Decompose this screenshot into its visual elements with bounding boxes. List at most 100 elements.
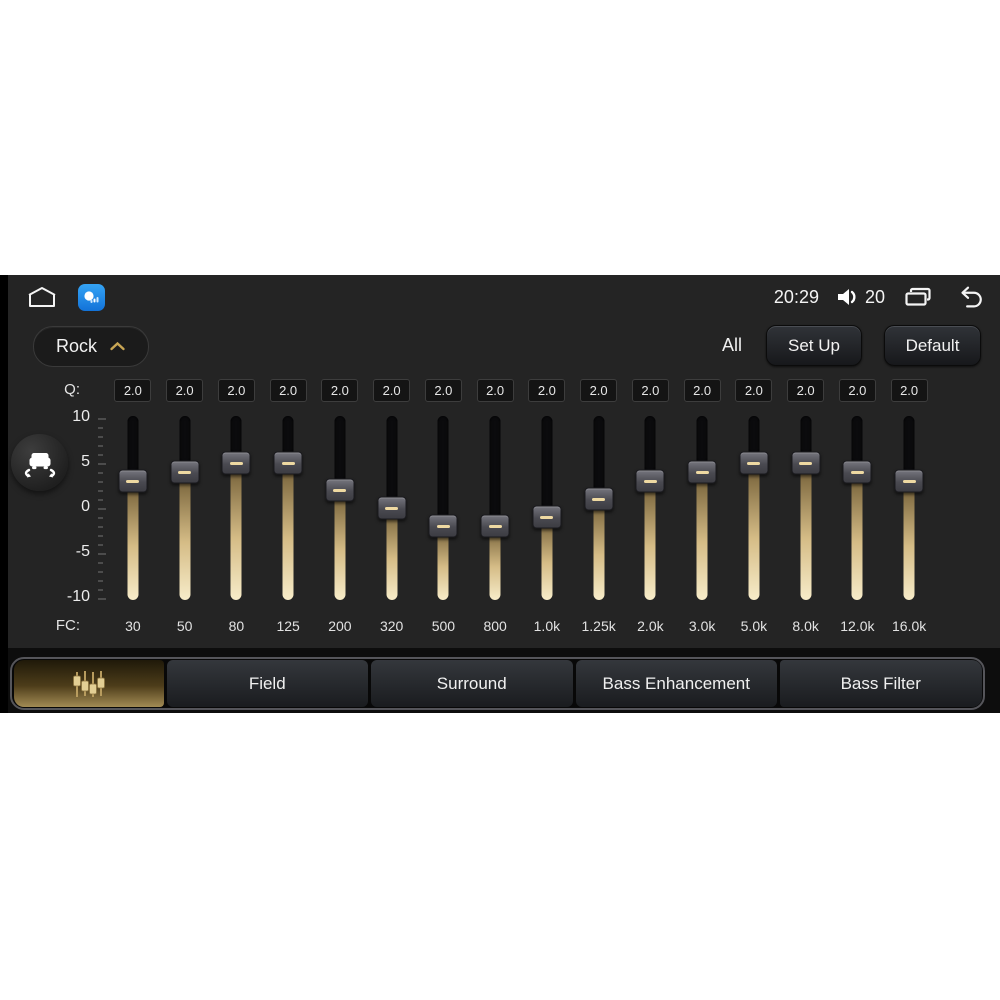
eq-slider-12.0k[interactable] xyxy=(832,408,884,608)
preset-selector[interactable]: Rock xyxy=(33,326,149,367)
all-button[interactable]: All xyxy=(720,335,744,356)
slider-thumb-30[interactable] xyxy=(118,469,148,493)
slider-cell xyxy=(211,408,263,608)
q-cell: 2.0 xyxy=(625,379,677,402)
db-tick xyxy=(98,535,103,537)
fc-cell: 5.0k xyxy=(728,616,780,636)
q-value-box-16.0k[interactable]: 2.0 xyxy=(890,379,928,402)
eq-slider-50[interactable] xyxy=(159,408,211,608)
default-button[interactable]: Default xyxy=(884,325,981,366)
frequency-label: 80 xyxy=(228,618,245,634)
fc-cell: 8.0k xyxy=(780,616,832,636)
q-value-box-125[interactable]: 2.0 xyxy=(269,379,307,402)
voice-assistant-app-icon[interactable] xyxy=(78,283,105,311)
slider-thumb-5.0k[interactable] xyxy=(739,451,769,475)
eq-slider-5.0k[interactable] xyxy=(728,408,780,608)
slider-thumb-1.25k[interactable] xyxy=(584,487,614,511)
tab-field[interactable]: Field xyxy=(166,660,368,707)
slider-cell xyxy=(676,408,728,608)
eq-slider-2.0k[interactable] xyxy=(625,408,677,608)
back-icon[interactable] xyxy=(951,284,985,310)
q-value-box-80[interactable]: 2.0 xyxy=(217,379,255,402)
eq-slider-30[interactable] xyxy=(107,408,159,608)
q-value-box-320[interactable]: 2.0 xyxy=(373,379,411,402)
eq-slider-8.0k[interactable] xyxy=(780,408,832,608)
q-row-caption: Q: xyxy=(64,381,80,398)
q-cell: 2.0 xyxy=(159,379,211,402)
slider-cell xyxy=(832,408,884,608)
slider-thumb-125[interactable] xyxy=(273,451,303,475)
home-icon[interactable] xyxy=(26,285,58,309)
fc-cell: 2.0k xyxy=(625,616,677,636)
fc-row-caption: FC: xyxy=(55,617,80,634)
tab-equalizer[interactable] xyxy=(13,660,164,707)
q-value-box-5.0k[interactable]: 2.0 xyxy=(735,379,773,402)
eq-slider-500[interactable] xyxy=(418,408,470,608)
slider-thumb-16.0k[interactable] xyxy=(894,469,924,493)
q-value-box-200[interactable]: 2.0 xyxy=(321,379,359,402)
slider-thumb-3.0k[interactable] xyxy=(687,460,717,484)
db-tick xyxy=(98,499,103,501)
eq-slider-200[interactable] xyxy=(314,408,366,608)
q-value-box-1.25k[interactable]: 2.0 xyxy=(580,379,618,402)
slider-fill xyxy=(541,517,553,600)
slider-fill xyxy=(386,508,398,600)
slider-thumb-50[interactable] xyxy=(170,460,200,484)
slider-thumb-320[interactable] xyxy=(377,496,407,520)
q-value-box-30[interactable]: 2.0 xyxy=(114,379,152,402)
slider-thumb-12.0k[interactable] xyxy=(842,460,872,484)
q-value-box-50[interactable]: 2.0 xyxy=(166,379,204,402)
eq-slider-1.25k[interactable] xyxy=(573,408,625,608)
slider-thumb-80[interactable] xyxy=(221,451,251,475)
q-value-box-500[interactable]: 2.0 xyxy=(424,379,462,402)
eq-slider-320[interactable] xyxy=(366,408,418,608)
slider-thumb-200[interactable] xyxy=(325,478,355,502)
tab-bass-enhancement[interactable]: Bass Enhancement xyxy=(575,660,777,707)
slider-thumb-2.0k[interactable] xyxy=(635,469,665,493)
status-bar: 20:29 20 xyxy=(8,275,1000,317)
eq-slider-125[interactable] xyxy=(262,408,314,608)
slider-thumb-800[interactable] xyxy=(480,514,510,538)
eq-slider-16.0k[interactable] xyxy=(883,408,935,608)
slider-cell xyxy=(625,408,677,608)
eq-slider-800[interactable] xyxy=(469,408,521,608)
q-cell: 2.0 xyxy=(832,379,884,402)
q-cell: 2.0 xyxy=(107,379,159,402)
q-cell: 2.0 xyxy=(728,379,780,402)
slider-thumb-8.0k[interactable] xyxy=(791,451,821,475)
fc-cell: 800 xyxy=(469,616,521,636)
fc-cell: 3.0k xyxy=(676,616,728,636)
slider-cell xyxy=(573,408,625,608)
left-bezel xyxy=(0,275,8,713)
q-value-box-12.0k[interactable]: 2.0 xyxy=(838,379,876,402)
q-cell: 2.0 xyxy=(211,379,263,402)
slider-fill xyxy=(593,499,605,600)
db-tick xyxy=(98,544,103,546)
q-value-box-3.0k[interactable]: 2.0 xyxy=(683,379,721,402)
q-value-box-2.0k[interactable]: 2.0 xyxy=(631,379,669,402)
q-value-box-800[interactable]: 2.0 xyxy=(476,379,514,402)
slider-thumb-1.0k[interactable] xyxy=(532,505,562,529)
slider-fill xyxy=(696,472,708,600)
tab-bass-filter[interactable]: Bass Filter xyxy=(780,660,982,707)
frequency-label: 16.0k xyxy=(892,618,927,634)
db-tick xyxy=(98,589,103,591)
q-value-box-1.0k[interactable]: 2.0 xyxy=(528,379,566,402)
tab-surround[interactable]: Surround xyxy=(371,660,573,707)
car-surround-button[interactable] xyxy=(11,434,68,491)
db-tick xyxy=(98,571,103,573)
speaker-icon xyxy=(836,286,860,308)
slider-fill xyxy=(179,472,191,600)
recent-apps-icon[interactable] xyxy=(902,285,934,309)
slider-thumb-500[interactable] xyxy=(428,514,458,538)
eq-slider-80[interactable] xyxy=(211,408,263,608)
q-value-box-8.0k[interactable]: 2.0 xyxy=(787,379,825,402)
q-cell: 2.0 xyxy=(883,379,935,402)
eq-slider-3.0k[interactable] xyxy=(676,408,728,608)
equalizer-sliders-icon xyxy=(72,670,105,697)
setup-button[interactable]: Set Up xyxy=(766,325,862,366)
frequency-label: 30 xyxy=(125,618,141,634)
eq-slider-1.0k[interactable] xyxy=(521,408,573,608)
header-actions: All Set Up Default xyxy=(720,325,981,366)
volume-indicator[interactable]: 20 xyxy=(836,286,885,308)
